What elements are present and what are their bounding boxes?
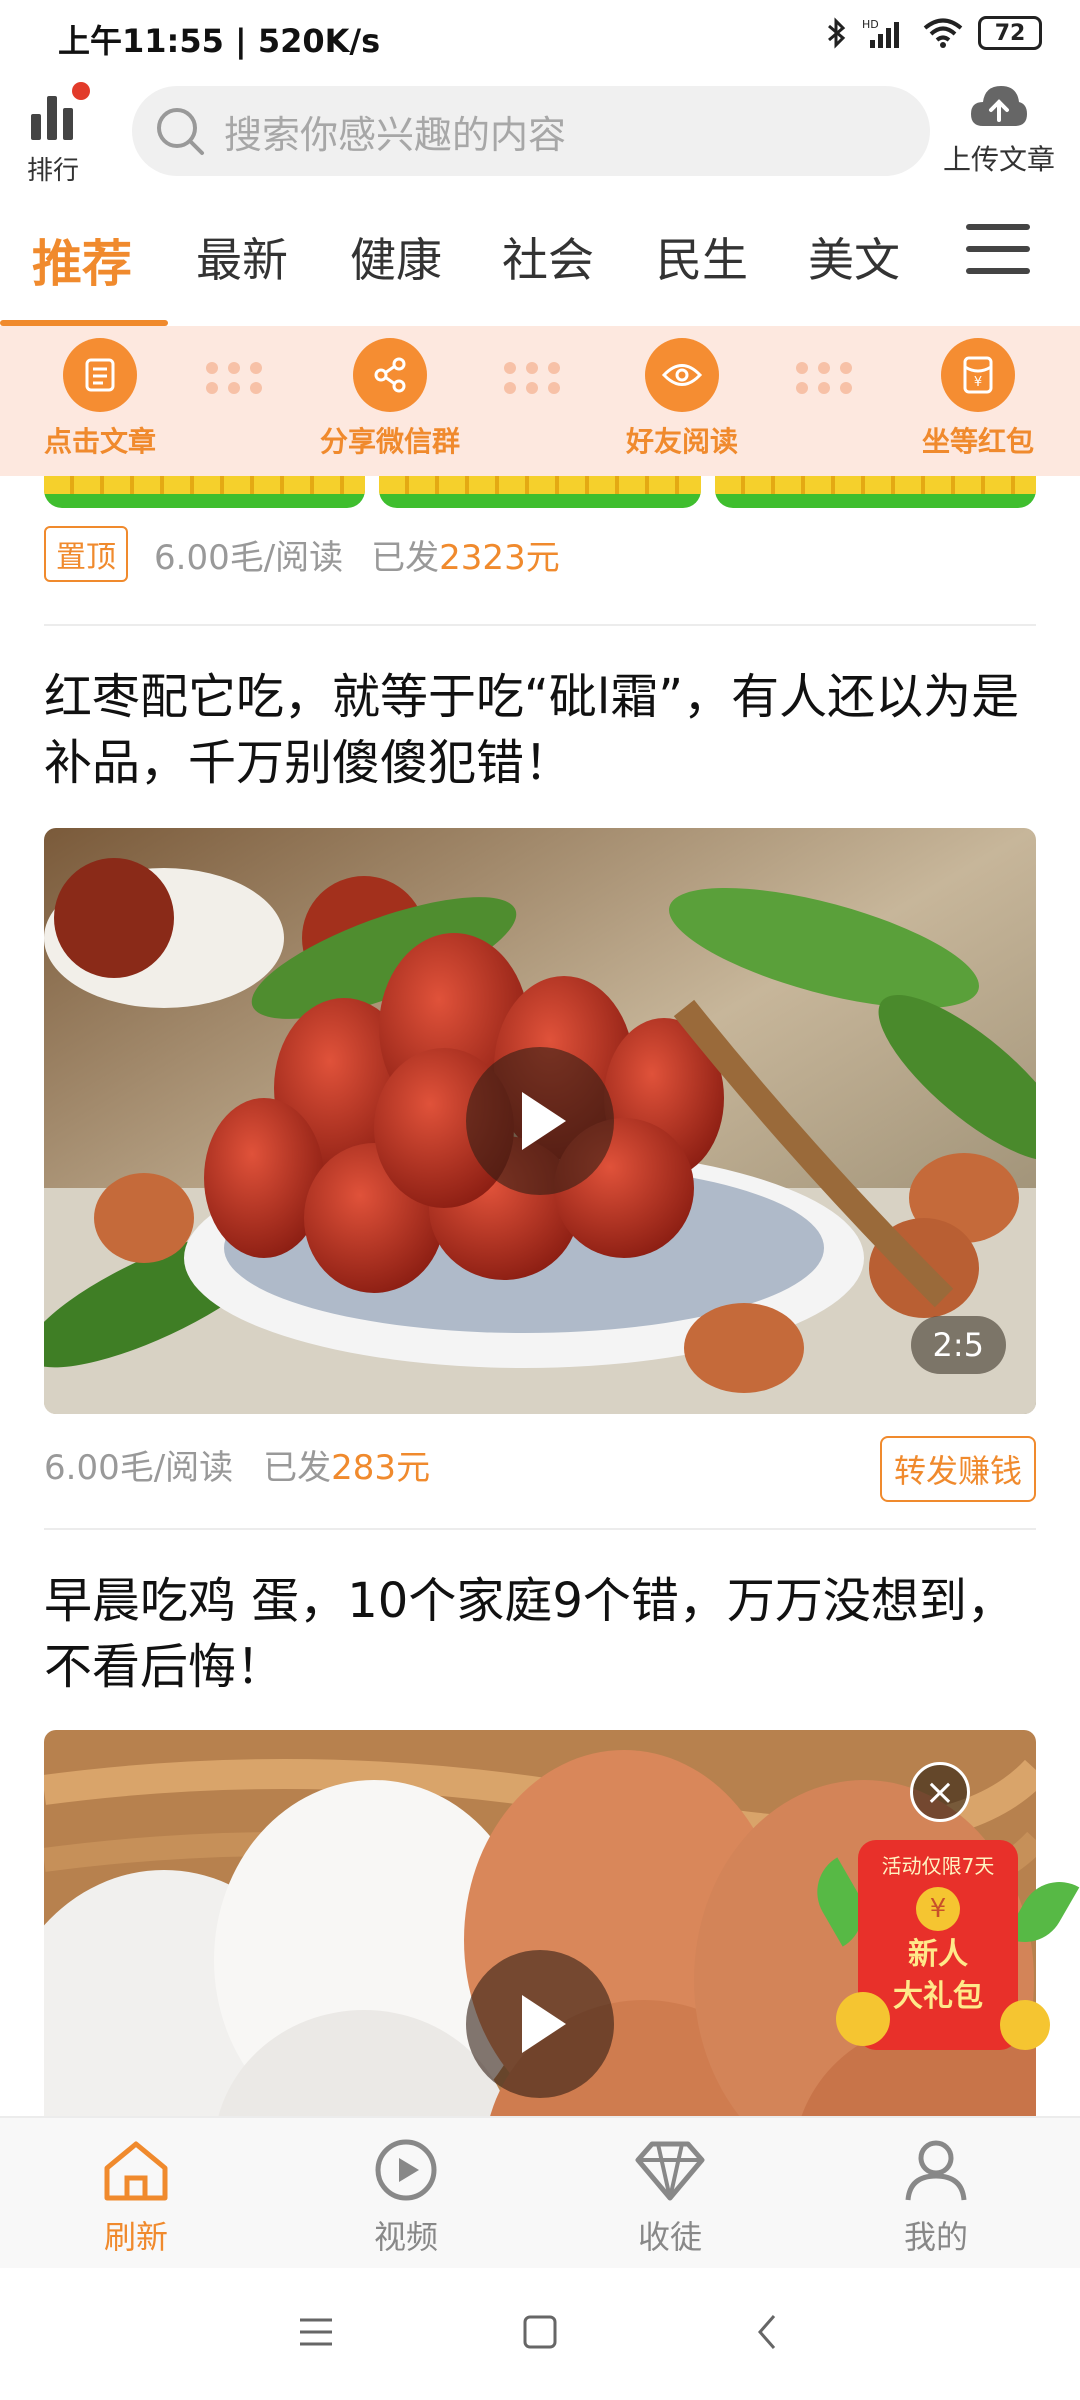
article-meta: 6.00毛/阅读 已发 283元 [44,1440,430,1489]
nav-label: 视频 [373,2218,438,2256]
upload-label: 上传文章 [942,143,1055,176]
close-icon[interactable]: × [910,1762,970,1822]
recent-apps-icon[interactable] [296,2312,336,2352]
rank-label: 排行 [26,156,79,186]
divider [44,1528,1036,1530]
svg-text:HD: HD [862,18,879,31]
earning-steps-banner: 点击文章 分享微信群 好友阅读 ¥ 坐等红包 [0,326,1080,476]
step-wait-red-packet[interactable]: ¥ 坐等红包 [888,338,1068,460]
menu-icon[interactable] [966,224,1030,284]
rate-text: 6.00毛/阅读 [154,537,344,578]
tab-essay[interactable]: 美文 [808,224,900,290]
nav-refresh[interactable]: 刷新 [46,2138,226,2258]
coin-icon: ¥ [916,1887,960,1931]
svg-text:¥: ¥ [974,375,982,390]
home-button-icon[interactable] [520,2312,560,2352]
article-video-thumbnail[interactable]: 2:5 [44,828,1036,1414]
category-tabs: 推荐 最新 健康 社会 民生 美文 [0,200,1080,328]
paid-prefix: 已发 [263,1448,332,1488]
promo-line1: 新人 [908,1937,968,1972]
notification-dot [72,82,90,100]
nav-mine[interactable]: 我的 [846,2138,1026,2258]
paid-prefix: 已发 [371,537,440,578]
home-icon [104,2141,168,2201]
nav-label: 我的 [903,2218,968,2256]
rate-text: 6.00毛/阅读 [44,1448,234,1488]
paid-amount: 283元 [331,1448,431,1488]
red-packet-icon: ¥ [963,356,993,394]
hd-signal-icon: HD [862,18,899,48]
share-earn-button[interactable]: 转发赚钱 [879,1436,1036,1502]
article-icon [85,358,115,392]
coin-banner-image[interactable] [44,476,1036,508]
tab-society[interactable]: 社会 [502,224,594,290]
step-label: 坐等红包 [921,425,1034,458]
coin-decoration [836,1992,890,2046]
share-icon [374,357,406,393]
eye-icon [662,364,702,386]
step-dots [796,362,852,394]
video-duration: 2:5 [910,1316,1006,1374]
status-time: 上午11:55 | 520K/s [58,22,381,60]
article-title[interactable]: 早晨吃鸡 蛋，10个家庭9个错，万万没想到，不看后悔！ [44,1568,1036,1700]
promo-ribbon: 活动仅限7天 [881,1854,995,1878]
status-bar: 上午11:55 | 520K/s HD 72 [0,0,1080,76]
coin-decoration [1000,2000,1050,2050]
play-icon [522,1995,566,2053]
battery-indicator: 72 [978,16,1042,50]
step-dots [206,362,262,394]
upload-article-button[interactable]: 上传文章 [934,82,1064,178]
divider [44,624,1036,626]
pinned-badge: 置顶 [44,526,128,582]
step-label: 好友阅读 [625,425,738,458]
status-icons: HD 72 [826,16,1042,50]
step-friend-read[interactable]: 好友阅读 [592,338,772,460]
step-share-wechat[interactable]: 分享微信群 [300,338,480,460]
back-icon[interactable] [748,2312,788,2352]
step-label: 分享微信群 [319,425,460,458]
play-icon [522,1092,566,1150]
bar-chart-icon [31,96,73,140]
nav-video[interactable]: 视频 [316,2138,496,2258]
nav-recruit[interactable]: 收徒 [580,2138,760,2258]
tab-latest[interactable]: 最新 [196,224,288,290]
nav-label: 收徒 [637,2218,702,2256]
system-nav-bar [0,2268,1080,2400]
paid-amount: 2323元 [439,537,560,578]
tab-recommend[interactable]: 推荐 [32,224,132,296]
tab-health[interactable]: 健康 [350,224,442,290]
bottom-nav: 刷新 视频 收徒 我的 [0,2116,1080,2270]
step-dots [504,362,560,394]
top-bar: 排行 搜索你感兴趣的内容 上传文章 [0,76,1080,186]
user-icon [905,2140,967,2201]
wifi-icon [923,18,963,48]
nav-label: 刷新 [103,2218,168,2256]
tab-livelihood[interactable]: 民生 [656,224,748,290]
cloud-upload-icon [971,86,1027,126]
pinned-meta: 置顶 6.00毛/阅读 已发 2323元 [44,526,560,582]
new-user-gift-popup[interactable]: × 活动仅限7天 ¥ 新人 大礼包 [800,1762,1080,2072]
video-icon [375,2139,437,2201]
article-title[interactable]: 红枣配它吃，就等于吃“砒l霜”，有人还以为是补品，千万别傻傻犯错！ [44,664,1036,796]
step-label: 点击文章 [43,425,156,458]
search-placeholder: 搜索你感兴趣的内容 [224,112,567,157]
diamond-icon [635,2141,705,2201]
bluetooth-icon [828,17,846,49]
search-input[interactable]: 搜索你感兴趣的内容 [132,86,930,176]
play-button[interactable] [466,1047,614,1195]
search-icon [157,108,204,155]
rank-button[interactable]: 排行 [18,82,90,186]
play-button[interactable] [466,1950,614,2098]
step-click-article[interactable]: 点击文章 [10,338,190,460]
